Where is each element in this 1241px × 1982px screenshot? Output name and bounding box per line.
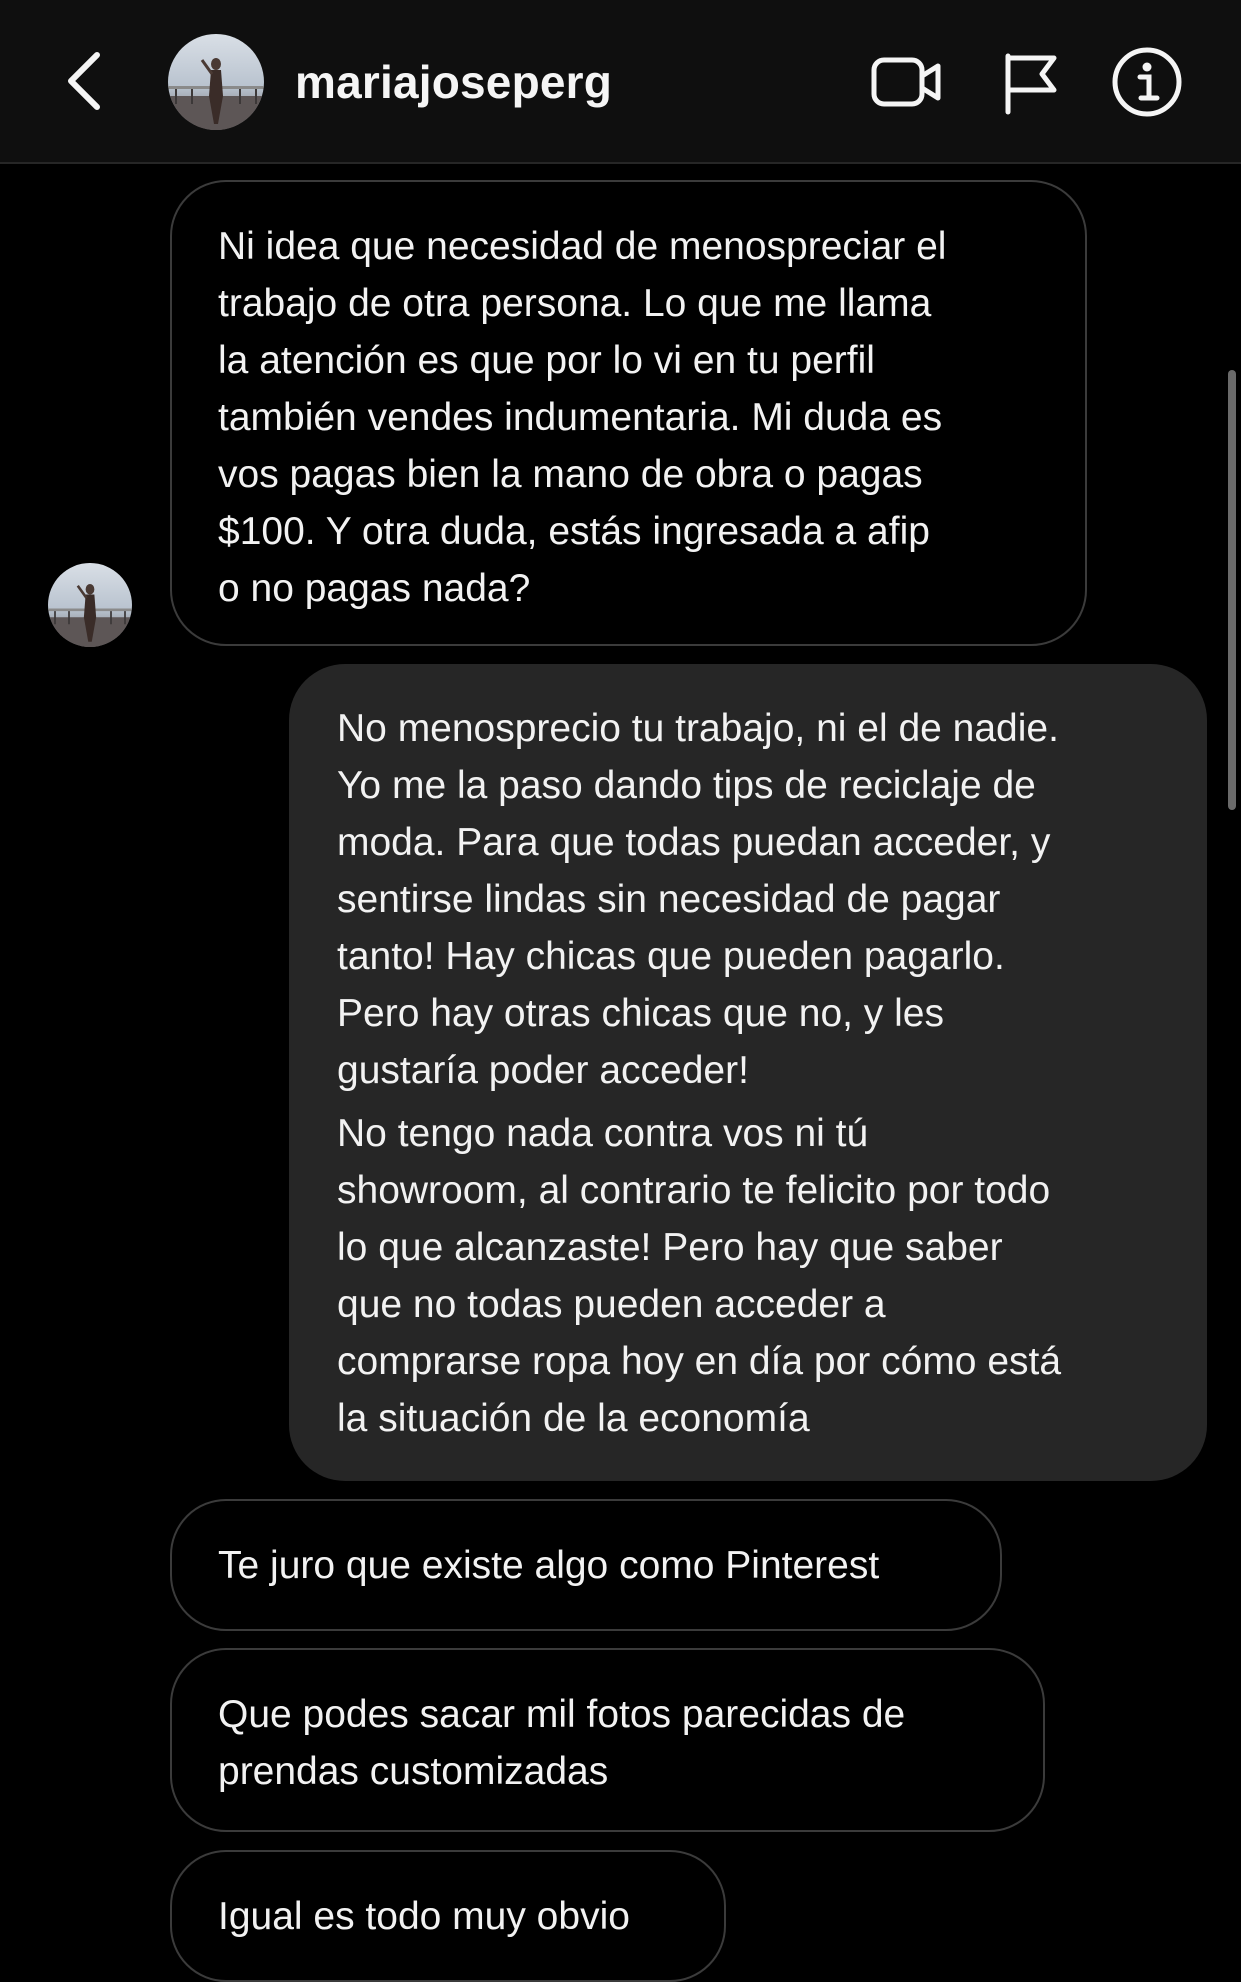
info-circle-icon[interactable] xyxy=(1107,46,1187,118)
sender-avatar[interactable] xyxy=(48,563,132,647)
message-text: No tengo nada contra vos ni tú showroom,… xyxy=(337,1112,1062,1440)
scrollbar[interactable] xyxy=(1228,370,1236,810)
outgoing-message[interactable]: No menosprecio tu trabajo, ni el de nadi… xyxy=(289,664,1207,1481)
video-camera-icon[interactable] xyxy=(866,46,946,118)
chevron-left-icon[interactable] xyxy=(55,45,115,117)
flag-icon[interactable] xyxy=(994,46,1074,118)
incoming-message[interactable]: Ni idea que necesidad de menospreciar el… xyxy=(170,180,1087,646)
message-text: Ni idea que necesidad de menospreciar el… xyxy=(218,225,947,610)
message-text: Te juro que existe algo como Pinterest xyxy=(218,1544,880,1587)
incoming-message[interactable]: Igual es todo muy obvio xyxy=(170,1850,726,1982)
chat-header: mariajoseperg xyxy=(0,0,1241,164)
message-text: Que podes sacar mil fotos parecidas de p… xyxy=(218,1693,906,1793)
chat-username[interactable]: mariajoseperg xyxy=(295,52,612,112)
incoming-message[interactable]: Que podes sacar mil fotos parecidas de p… xyxy=(170,1648,1045,1832)
message-text: Igual es todo muy obvio xyxy=(218,1895,630,1938)
incoming-message[interactable]: Te juro que existe algo como Pinterest xyxy=(170,1499,1002,1631)
profile-photo xyxy=(48,563,132,647)
profile-photo xyxy=(168,34,264,130)
message-text: No menosprecio tu trabajo, ni el de nadi… xyxy=(337,707,1059,1092)
avatar[interactable] xyxy=(168,34,264,130)
